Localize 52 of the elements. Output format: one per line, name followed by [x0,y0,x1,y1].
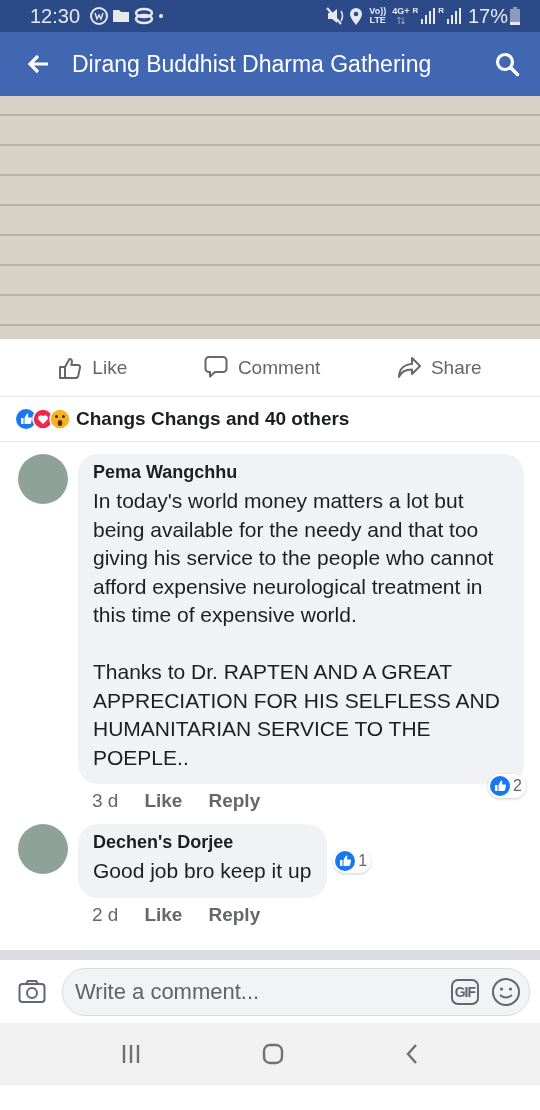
volte-label: Vo)) [369,7,387,16]
camera-icon[interactable] [18,979,46,1004]
like-link[interactable]: Like [144,790,183,812]
reaction-count-badge[interactable]: 2 [488,774,526,798]
reaction-count-badge[interactable]: 1 [333,848,372,873]
recent-apps-icon[interactable] [120,1043,141,1065]
smiley-icon[interactable] [491,976,521,1007]
group-title: Dirang Buddhist Dharma Gathering [72,50,433,78]
back-icon[interactable] [405,1043,420,1065]
clock-time: 12:30 [30,4,81,28]
gif-button[interactable]: GIF [450,978,479,1005]
reply-link[interactable]: Reply [208,790,261,812]
comment-time: 3 d [92,790,119,812]
share-button[interactable]: Share [388,351,490,384]
reaction-icons [16,409,70,429]
like-reaction-icon [490,776,511,796]
signal-icon [420,8,437,24]
circle-logo-icon [90,7,109,25]
search-icon[interactable] [495,51,520,77]
roaming-label: R [438,6,444,15]
like-button[interactable]: Like [50,351,136,384]
like-reaction-icon [335,850,356,871]
comment-input-field[interactable]: Write a comment... GIF [62,967,530,1016]
back-arrow-icon[interactable] [26,52,50,76]
comment-text: Good job bro keep it up [93,858,312,884]
avatar[interactable] [18,454,68,504]
avatar[interactable] [18,824,68,874]
sync-icon [134,7,155,25]
battery-icon [510,7,520,25]
comment-time: 2 d [92,903,119,926]
location-pin-icon [348,6,365,26]
commenter-name[interactable]: Dechen's Dorjee [93,832,312,853]
commenter-name[interactable]: Pema Wangchhu [93,462,508,483]
like-link[interactable]: Like [144,903,183,926]
signal-icon [445,8,462,24]
dot-icon [158,13,165,19]
data-arrows-icon [396,16,405,25]
battery-percent: 17% [467,4,508,28]
roaming-label: R [412,6,419,15]
comment-button[interactable]: Comment [195,351,329,384]
speech-bubble-icon [203,355,228,380]
home-icon[interactable] [262,1043,284,1065]
comment-text: In today's world money matters a lot but being available for the needy and that too giving his service to the people who cannot afford expensive neurological treatment in this time of expensive world. [93,488,495,628]
reply-link[interactable]: Reply [208,903,261,926]
mute-icon [326,6,345,26]
comment-text: Thanks to Dr. RAPTEN AND A GREAT APPRECIATION FOR HIS SELFLESS AND HUMANITARIAN SERVICE TO THE POEPLE.. [93,659,501,771]
share-arrow-icon [396,355,421,380]
network-label: 4G+ [392,7,410,16]
reactions-summary[interactable]: Changs Changs and 40 others [76,408,350,430]
lte-label: LTE [369,16,386,25]
folder-icon [112,7,131,25]
thumbs-up-icon [58,355,83,380]
